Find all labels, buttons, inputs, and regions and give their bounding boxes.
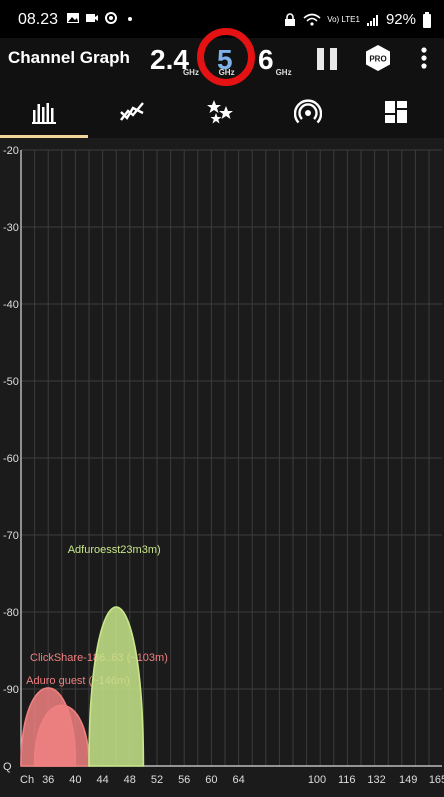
channel-graph-icon bbox=[32, 103, 56, 124]
x-tick-label: 100 bbox=[308, 774, 326, 786]
channel-graph: -20 -30 -40 -50 -60 -70 -80 -90 Q Ch 36 40 44 48 52 56 6… bbox=[0, 138, 444, 797]
signal-icon bbox=[366, 14, 378, 26]
pause-button[interactable] bbox=[314, 46, 340, 72]
band-2-4-ghz-button[interactable]: 2.4 GHz bbox=[150, 44, 199, 77]
x-tick-label: 60 bbox=[205, 774, 217, 786]
tab-time-graph[interactable] bbox=[88, 86, 176, 138]
y-tick-label: Q bbox=[3, 761, 12, 773]
video-icon bbox=[86, 14, 98, 22]
x-tick-label: 165 bbox=[429, 774, 444, 786]
band-unit: GHz bbox=[182, 68, 199, 77]
x-tick-label: 116 bbox=[338, 774, 356, 786]
channel-graph-chart: -20 -30 -40 -50 -60 -70 -80 -90 Q Ch 36 40 44 48 52 56 6… bbox=[3, 145, 444, 786]
y-tick-label: -60 bbox=[3, 453, 19, 465]
tab-dashboard[interactable] bbox=[352, 86, 440, 138]
tab-bar bbox=[0, 86, 444, 138]
y-tick-label: -20 bbox=[3, 145, 19, 157]
x-tick-label: 56 bbox=[178, 774, 190, 786]
y-tick-label: -50 bbox=[3, 376, 19, 388]
x-axis-label: Ch bbox=[20, 774, 34, 786]
x-tick-label: 40 bbox=[69, 774, 81, 786]
y-tick-label: -70 bbox=[3, 530, 19, 542]
tab-channel-graph[interactable] bbox=[0, 86, 88, 138]
x-tick-label: 64 bbox=[232, 774, 244, 786]
band-unit: GHz bbox=[275, 68, 292, 77]
access-points-icon bbox=[294, 99, 322, 124]
dot-icon bbox=[128, 17, 132, 21]
image-icon bbox=[67, 13, 79, 23]
pro-label: PRO bbox=[369, 55, 386, 64]
y-tick-label: -80 bbox=[3, 607, 19, 619]
pro-button[interactable]: PRO bbox=[364, 44, 392, 72]
status-time: 08.23 bbox=[18, 11, 59, 28]
tab-channel-rating[interactable] bbox=[176, 86, 264, 138]
network-area bbox=[88, 606, 145, 767]
highlight-ring bbox=[197, 28, 255, 86]
lock-icon bbox=[285, 12, 296, 26]
x-tick-label: 36 bbox=[42, 774, 54, 786]
tab-access-points[interactable] bbox=[264, 86, 352, 138]
sync-icon bbox=[105, 12, 117, 24]
x-tick-label: 132 bbox=[367, 774, 385, 786]
x-tick-label: 149 bbox=[399, 774, 417, 786]
battery-icon bbox=[423, 11, 431, 28]
x-tick-label: 52 bbox=[151, 774, 163, 786]
network-area bbox=[20, 687, 77, 767]
x-tick-label: 44 bbox=[96, 774, 108, 786]
battery-percent: 92% bbox=[385, 11, 416, 28]
more-options-icon[interactable] bbox=[416, 44, 432, 72]
time-graph-icon bbox=[120, 102, 144, 121]
x-tick-label: 48 bbox=[124, 774, 136, 786]
network-label: Adfuroesst23m3m) bbox=[68, 544, 161, 556]
y-tick-label: -40 bbox=[3, 299, 19, 311]
wifi-icon bbox=[303, 13, 321, 26]
band-6-ghz-button[interactable]: 6 GHz bbox=[258, 44, 292, 77]
network-type-label: Vo) LTE1 bbox=[327, 14, 360, 24]
dashboard-icon bbox=[385, 101, 407, 123]
y-tick-label: -30 bbox=[3, 222, 19, 234]
page-title: Channel Graph bbox=[8, 48, 130, 67]
band-label: 6 bbox=[258, 44, 274, 75]
channel-rating-icon bbox=[207, 100, 233, 124]
y-tick-label: -90 bbox=[3, 684, 19, 696]
